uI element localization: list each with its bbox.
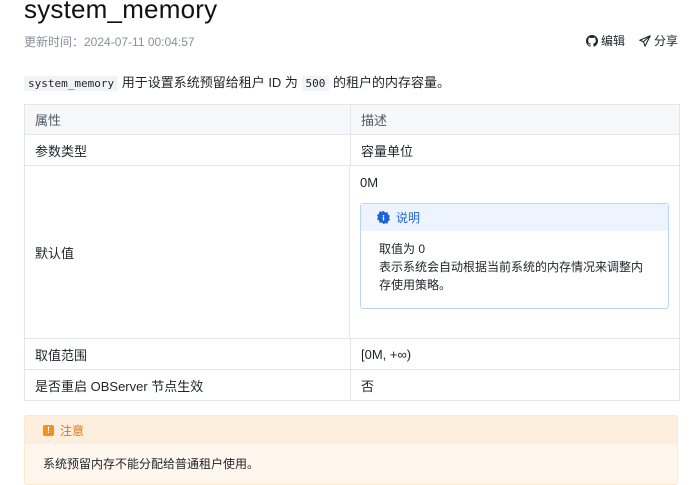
svg-text:i: i: [382, 213, 385, 222]
row-desc: 否: [361, 378, 375, 394]
row-desc: [0M, +∞): [361, 346, 412, 362]
intro-text-a: 用于设置系统预留给租户 ID 为: [118, 75, 302, 90]
warning-header: ! 注意: [25, 416, 677, 444]
tenant-id-code: 500: [301, 76, 330, 91]
row-desc-cell: 0M i 说明 取值为 0 表示系统会自动根据当前系统的内存情况来调整内存使用策…: [350, 166, 679, 338]
table-row: 取值范围 [0M, +∞): [25, 339, 679, 370]
note-title: 说明: [396, 211, 421, 225]
edit-button[interactable]: 编辑: [585, 32, 625, 49]
row-desc: 容量单位: [361, 143, 414, 159]
github-icon: [585, 34, 598, 47]
param-code: system_memory: [24, 76, 119, 91]
doc-actions: 编辑 分享: [585, 32, 678, 49]
header-attr: 属性: [25, 105, 351, 134]
note-body: 取值为 0 表示系统会自动根据当前系统的内存情况来调整内存使用策略。: [361, 231, 668, 308]
row-attr: 取值范围: [25, 339, 351, 369]
page-title: system_memory: [24, 0, 218, 24]
row-attr: 参数类型: [25, 135, 351, 165]
warning-icon: !: [43, 424, 54, 436]
header-desc: 描述: [361, 113, 388, 128]
updated-time: 更新时间：2024-07-11 00:04:57: [24, 35, 195, 49]
warning-box: ! 注意 系统预留内存不能分配给普通租户使用。: [24, 415, 678, 485]
warning-title: 注意: [60, 423, 85, 438]
row-attr: 默认值: [25, 166, 350, 338]
note-header: i 说明: [361, 204, 668, 231]
table-header: 属性 描述: [25, 105, 679, 135]
row-attr: 是否重启 OBServer 节点生效: [25, 370, 351, 400]
info-note: i 说明 取值为 0 表示系统会自动根据当前系统的内存情况来调整内存使用策略。: [360, 203, 669, 309]
table-row: 是否重启 OBServer 节点生效 否: [25, 370, 679, 400]
send-icon: [639, 34, 651, 47]
share-button[interactable]: 分享: [639, 32, 678, 49]
intro-paragraph: system_memory 用于设置系统预留给租户 ID 为 500 的租户的内…: [24, 72, 450, 91]
note-line-2: 表示系统会自动根据当前系统的内存情况来调整内存使用策略。: [379, 260, 644, 292]
warning-text: 系统预留内存不能分配给普通租户使用。: [43, 457, 260, 471]
table-row: 参数类型 容量单位: [25, 135, 679, 166]
info-badge-icon: i: [377, 211, 390, 224]
share-label: 分享: [653, 34, 678, 48]
table-row: 默认值 0M i 说明 取值为 0 表示系统会自动根据当前系统的内存情况来调整内…: [25, 166, 679, 339]
note-line-1: 取值为 0: [379, 242, 426, 256]
edit-label: 编辑: [600, 34, 625, 48]
row-desc: 0M: [360, 175, 379, 190]
intro-text-b: 的租户的内存容量。: [329, 75, 451, 90]
param-table: 属性 描述 参数类型 容量单位 默认值 0M i 说明 取值为 0 表示系统会自…: [24, 104, 680, 401]
